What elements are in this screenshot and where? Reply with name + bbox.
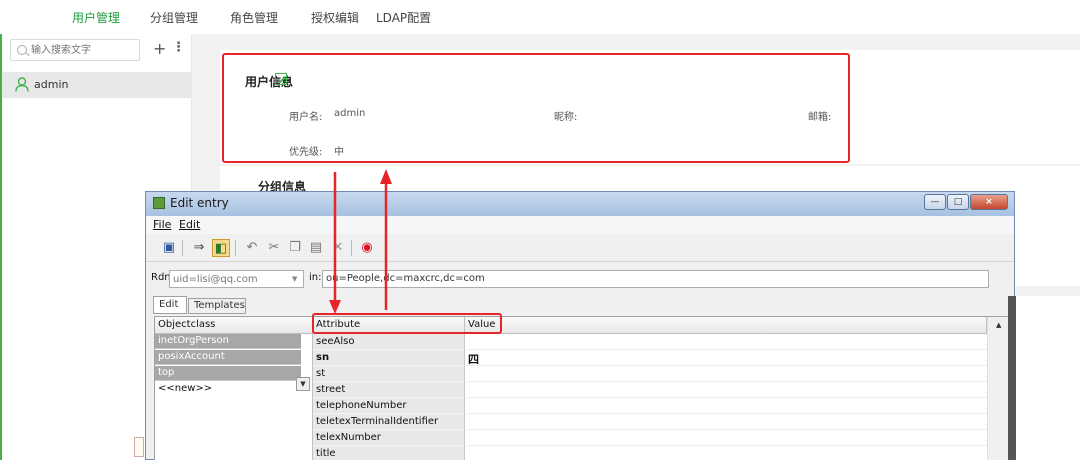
attribute-value[interactable]	[465, 398, 987, 414]
minimize-button[interactable]: —	[924, 194, 946, 210]
maximize-button[interactable]: □	[947, 194, 969, 210]
toggle-view-icon[interactable]: ◧	[212, 239, 230, 257]
undo-icon[interactable]: ↶	[243, 239, 261, 257]
partial-window-tag	[134, 437, 144, 457]
more-options-button[interactable]: ⋮	[172, 40, 185, 55]
stop-icon[interactable]: ◉	[358, 239, 376, 257]
entry-panel: Objectclass inetOrgPerson posixAccount t…	[154, 316, 1011, 460]
menu-edit[interactable]: Edit	[179, 218, 200, 231]
tab-ldap-config[interactable]: LDAP配置	[376, 9, 431, 26]
user-list-item[interactable]: admin	[2, 72, 192, 98]
search-icon	[17, 45, 27, 55]
attribute-name[interactable]: street	[313, 382, 465, 398]
tab-templates[interactable]: Templates	[188, 298, 246, 314]
parent-dn-input[interactable]: ou=People,dc=maxcrc,dc=com	[322, 270, 989, 288]
attribute-name[interactable]: telexNumber	[313, 430, 465, 446]
attribute-value[interactable]	[465, 334, 987, 350]
save-icon[interactable]: ▣	[160, 239, 178, 257]
attribute-name[interactable]: teletexTerminalIdentifier	[313, 414, 465, 430]
app-icon	[153, 197, 165, 209]
toolbar-separator	[182, 240, 183, 256]
objectclass-header: Objectclass	[155, 317, 313, 334]
attribute-value[interactable]	[465, 430, 987, 446]
search-box[interactable]	[10, 39, 140, 61]
objectclass-item[interactable]: posixAccount	[155, 350, 301, 365]
rdn-dropdown-icon[interactable]: ▼	[292, 275, 297, 283]
close-button[interactable]: ×	[970, 194, 1008, 210]
header-highlight	[312, 313, 502, 334]
attribute-value[interactable]	[465, 366, 987, 382]
toolbar-separator	[235, 240, 236, 256]
user-name: admin	[34, 78, 69, 91]
delete-icon[interactable]: ✕	[329, 239, 347, 257]
edit-entry-window: Edit entry — □ × File Edit ▣ ⇒ ◧ ↶ ✂ ❐ ▤…	[145, 191, 1015, 460]
scroll-up-icon[interactable]: ▲	[996, 321, 1001, 329]
tab-edit[interactable]: Edit	[153, 296, 187, 314]
cut-icon[interactable]: ✂	[265, 239, 283, 257]
paste-icon[interactable]: ▤	[307, 239, 325, 257]
attribute-value[interactable]	[465, 382, 987, 398]
user-info-highlight	[222, 53, 850, 163]
value-header: Value	[465, 317, 987, 334]
objectclass-item[interactable]: inetOrgPerson	[155, 334, 301, 349]
add-user-button[interactable]: +	[153, 39, 166, 58]
attribute-name[interactable]: telephoneNumber	[313, 398, 465, 414]
toolbar: ▣ ⇒ ◧ ↶ ✂ ❐ ▤ ✕ ◉	[146, 234, 1014, 262]
objectclass-item[interactable]: top	[155, 366, 301, 381]
window-titlebar[interactable]: Edit entry — □ ×	[146, 192, 1014, 216]
attribute-name[interactable]: sn	[313, 350, 465, 366]
rdn-input[interactable]	[169, 270, 304, 288]
search-input[interactable]	[31, 42, 135, 58]
objectclass-column: Objectclass inetOrgPerson posixAccount t…	[155, 317, 313, 460]
toolbar-separator	[351, 240, 352, 256]
insert-row-icon[interactable]: ⇒	[190, 239, 208, 257]
tab-user-management[interactable]: 用户管理	[72, 9, 120, 26]
attribute-value[interactable]	[465, 414, 987, 430]
tab-permission-edit[interactable]: 授权编辑	[311, 9, 359, 26]
attribute-name[interactable]: st	[313, 366, 465, 382]
menu-file[interactable]: File	[153, 218, 171, 231]
in-label: in:	[309, 272, 322, 283]
chevron-down-icon[interactable]: ▼	[296, 377, 310, 391]
attribute-value[interactable]	[465, 446, 987, 460]
rdn-row: Rdn: ▼ in: ou=People,dc=maxcrc,dc=com	[146, 268, 1014, 290]
window-title: Edit entry	[170, 196, 229, 210]
tab-role-management[interactable]: 角色管理	[230, 9, 278, 26]
top-nav: 用户管理 分组管理 角色管理 授权编辑 LDAP配置	[0, 0, 1080, 34]
attribute-name[interactable]: title	[313, 446, 465, 460]
attribute-name[interactable]: seeAlso	[313, 334, 465, 350]
attribute-value[interactable]: 四	[465, 350, 987, 366]
new-objectclass-select[interactable]: <<new>>	[155, 382, 301, 397]
tab-group-management[interactable]: 分组管理	[150, 9, 198, 26]
window-shadow-edge	[1008, 296, 1016, 460]
user-icon	[15, 77, 29, 92]
menu-bar: File Edit	[146, 216, 1014, 234]
copy-icon[interactable]: ❐	[286, 239, 304, 257]
attribute-column: seeAlso sn st street telephoneNumber tel…	[313, 317, 465, 460]
group-info-card-lower	[1015, 296, 1080, 460]
